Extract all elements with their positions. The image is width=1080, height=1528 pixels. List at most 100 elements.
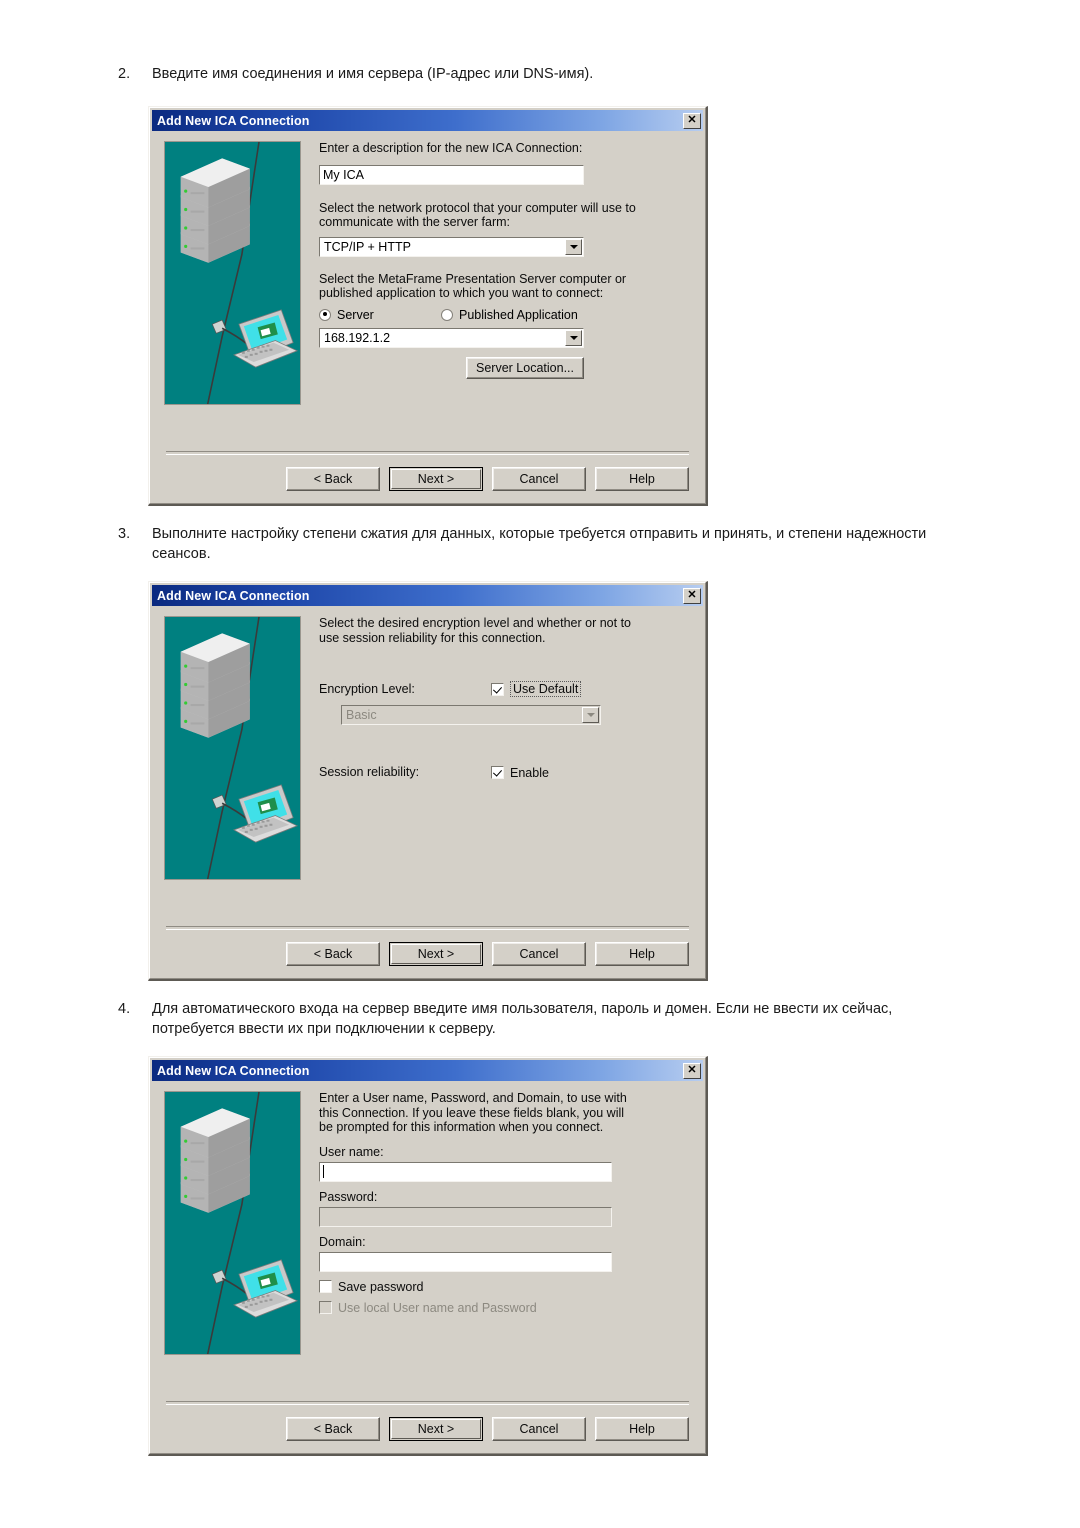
help-button[interactable]: Help — [595, 467, 689, 491]
server-location-row: Server Location... — [319, 356, 584, 379]
encryption-description-line2: use session reliability for this connect… — [319, 630, 546, 645]
dialog-1-content: Enter a description for the new ICA Conn… — [301, 141, 695, 405]
protocol-label-line1: Select the network protocol that your co… — [319, 200, 636, 215]
next-button[interactable]: Next > — [389, 467, 483, 491]
use-local-credentials-checkbox[interactable]: Use local User name and Password — [319, 1301, 695, 1315]
dialog-2-footer: < Back Next > Cancel Help — [152, 926, 703, 976]
chevron-down-icon[interactable] — [582, 707, 599, 723]
enable-label: Enable — [510, 765, 549, 780]
help-button[interactable]: Help — [595, 942, 689, 966]
dialog-1-titlebar[interactable]: Add New ICA Connection ✕ — [152, 110, 703, 131]
target-type-radio-group: Server Published Application — [319, 308, 695, 322]
credentials-description-line1: Enter a User name, Password, and Domain,… — [319, 1091, 627, 1105]
close-glyph: ✕ — [687, 589, 697, 601]
connection-illustration-1 — [164, 141, 301, 405]
back-button[interactable]: < Back — [286, 1417, 380, 1441]
back-button-label: < Back — [313, 1422, 353, 1436]
credentials-description-line2: this Connection. If you leave these fiel… — [319, 1105, 625, 1120]
help-button-label: Help — [629, 1422, 655, 1436]
add-new-ica-connection-dialog-2[interactable]: Add New ICA Connection ✕ Select the desi… — [148, 581, 708, 981]
username-label: User name: — [319, 1144, 384, 1159]
session-reliability-row: Session reliability: Enable — [319, 765, 695, 780]
next-button-label: Next > — [417, 472, 455, 486]
encryption-level-label: Encryption Level: — [319, 681, 415, 696]
dialog-2-button-row: < Back Next > Cancel Help — [164, 942, 691, 966]
close-glyph: ✕ — [687, 1064, 697, 1076]
enable-session-reliability-checkbox[interactable]: Enable — [491, 766, 549, 780]
username-input[interactable] — [319, 1161, 612, 1182]
next-button-label: Next > — [417, 947, 455, 961]
help-button-label: Help — [629, 947, 655, 961]
radio-server-label: Server — [337, 307, 374, 322]
back-button[interactable]: < Back — [286, 467, 380, 491]
chevron-down-icon[interactable] — [565, 329, 582, 346]
add-new-ica-connection-dialog-3[interactable]: Add New ICA Connection ✕ Enter a User na… — [148, 1056, 708, 1456]
add-new-ica-connection-dialog-1[interactable]: Add New ICA Connection ✕ Enter a descrip… — [148, 106, 708, 506]
radio-published-application[interactable]: Published Application — [441, 308, 578, 322]
cancel-button-label: Cancel — [519, 1422, 559, 1436]
dialog-3-content: Enter a User name, Password, and Domain,… — [301, 1091, 695, 1355]
dialog-3-titlebar[interactable]: Add New ICA Connection ✕ — [152, 1060, 703, 1081]
footer-divider — [166, 926, 689, 930]
dialog-1-footer: < Back Next > Cancel Help — [152, 451, 703, 501]
cancel-button[interactable]: Cancel — [492, 467, 586, 491]
protocol-label: Select the network protocol that your co… — [319, 201, 695, 230]
next-button-label: Next > — [417, 1422, 455, 1436]
close-glyph: ✕ — [687, 114, 697, 126]
password-input[interactable] — [319, 1206, 612, 1227]
save-password-checkbox-indicator[interactable] — [319, 1280, 332, 1293]
next-button[interactable]: Next > — [389, 1417, 483, 1441]
password-label: Password: — [319, 1189, 378, 1204]
credentials-description: Enter a User name, Password, and Domain,… — [319, 1091, 695, 1135]
radio-server[interactable]: Server — [319, 308, 441, 322]
step-4-text: Для автоматического входа на сервер введ… — [152, 1001, 893, 1037]
server-laptop-network-illustration — [165, 142, 300, 404]
server-laptop-network-illustration — [165, 617, 300, 879]
chevron-down-icon[interactable] — [565, 238, 582, 255]
server-combobox[interactable]: 168.192.1.2 — [319, 327, 584, 348]
connection-illustration-3 — [164, 1091, 301, 1355]
dialog-3-title: Add New ICA Connection — [157, 1063, 310, 1078]
target-label: Select the MetaFrame Presentation Server… — [319, 272, 695, 301]
save-password-checkbox[interactable]: Save password — [319, 1280, 695, 1294]
cancel-button[interactable]: Cancel — [492, 942, 586, 966]
server-location-button[interactable]: Server Location... — [466, 356, 584, 379]
help-button[interactable]: Help — [595, 1417, 689, 1441]
use-local-credentials-label: Use local User name and Password — [338, 1300, 537, 1315]
text-caret — [323, 1165, 324, 1178]
back-button[interactable]: < Back — [286, 942, 380, 966]
dialog-2-titlebar[interactable]: Add New ICA Connection ✕ — [152, 585, 703, 606]
server-laptop-network-illustration — [165, 1092, 300, 1354]
domain-label: Domain: — [319, 1234, 366, 1249]
dialog-2-title: Add New ICA Connection — [157, 588, 310, 603]
step-2-number: 2. — [118, 66, 131, 82]
back-button-label: < Back — [313, 472, 353, 486]
radio-server-indicator[interactable] — [319, 308, 331, 321]
use-local-credentials-checkbox-indicator[interactable] — [319, 1301, 332, 1314]
domain-input[interactable] — [319, 1251, 612, 1272]
dialog-3-button-row: < Back Next > Cancel Help — [164, 1417, 691, 1441]
description-input-value: My ICA — [323, 167, 364, 182]
server-value: 168.192.1.2 — [324, 330, 391, 345]
next-button[interactable]: Next > — [389, 942, 483, 966]
encryption-level-row: Encryption Level: Use Default — [319, 681, 695, 697]
radio-published-application-indicator[interactable] — [441, 308, 453, 321]
cancel-button[interactable]: Cancel — [492, 1417, 586, 1441]
dialog-1-button-row: < Back Next > Cancel Help — [164, 467, 691, 491]
close-icon[interactable]: ✕ — [683, 1062, 701, 1079]
use-default-checkbox-indicator[interactable] — [491, 682, 504, 696]
protocol-combobox[interactable]: TCP/IP + HTTP — [319, 236, 584, 257]
protocol-label-line2: communicate with the server farm: — [319, 215, 511, 229]
step-4-number: 4. — [118, 1001, 131, 1017]
dialog-2-content: Select the desired encryption level and … — [301, 616, 695, 880]
close-icon[interactable]: ✕ — [683, 112, 701, 129]
use-default-checkbox[interactable]: Use Default — [491, 681, 582, 697]
step-2-paragraph: 2. Введите имя соединения и имя сервера … — [118, 64, 963, 84]
encryption-level-combobox[interactable]: Basic — [341, 705, 601, 725]
step-4-paragraph: 4. Для автоматического входа на сервер в… — [118, 999, 963, 1039]
description-input[interactable]: My ICA — [319, 164, 584, 185]
target-label-line2: published application to which you want … — [319, 286, 604, 300]
close-icon[interactable]: ✕ — [683, 587, 701, 604]
enable-checkbox-indicator[interactable] — [491, 766, 504, 779]
radio-published-application-label: Published Application — [459, 307, 578, 322]
